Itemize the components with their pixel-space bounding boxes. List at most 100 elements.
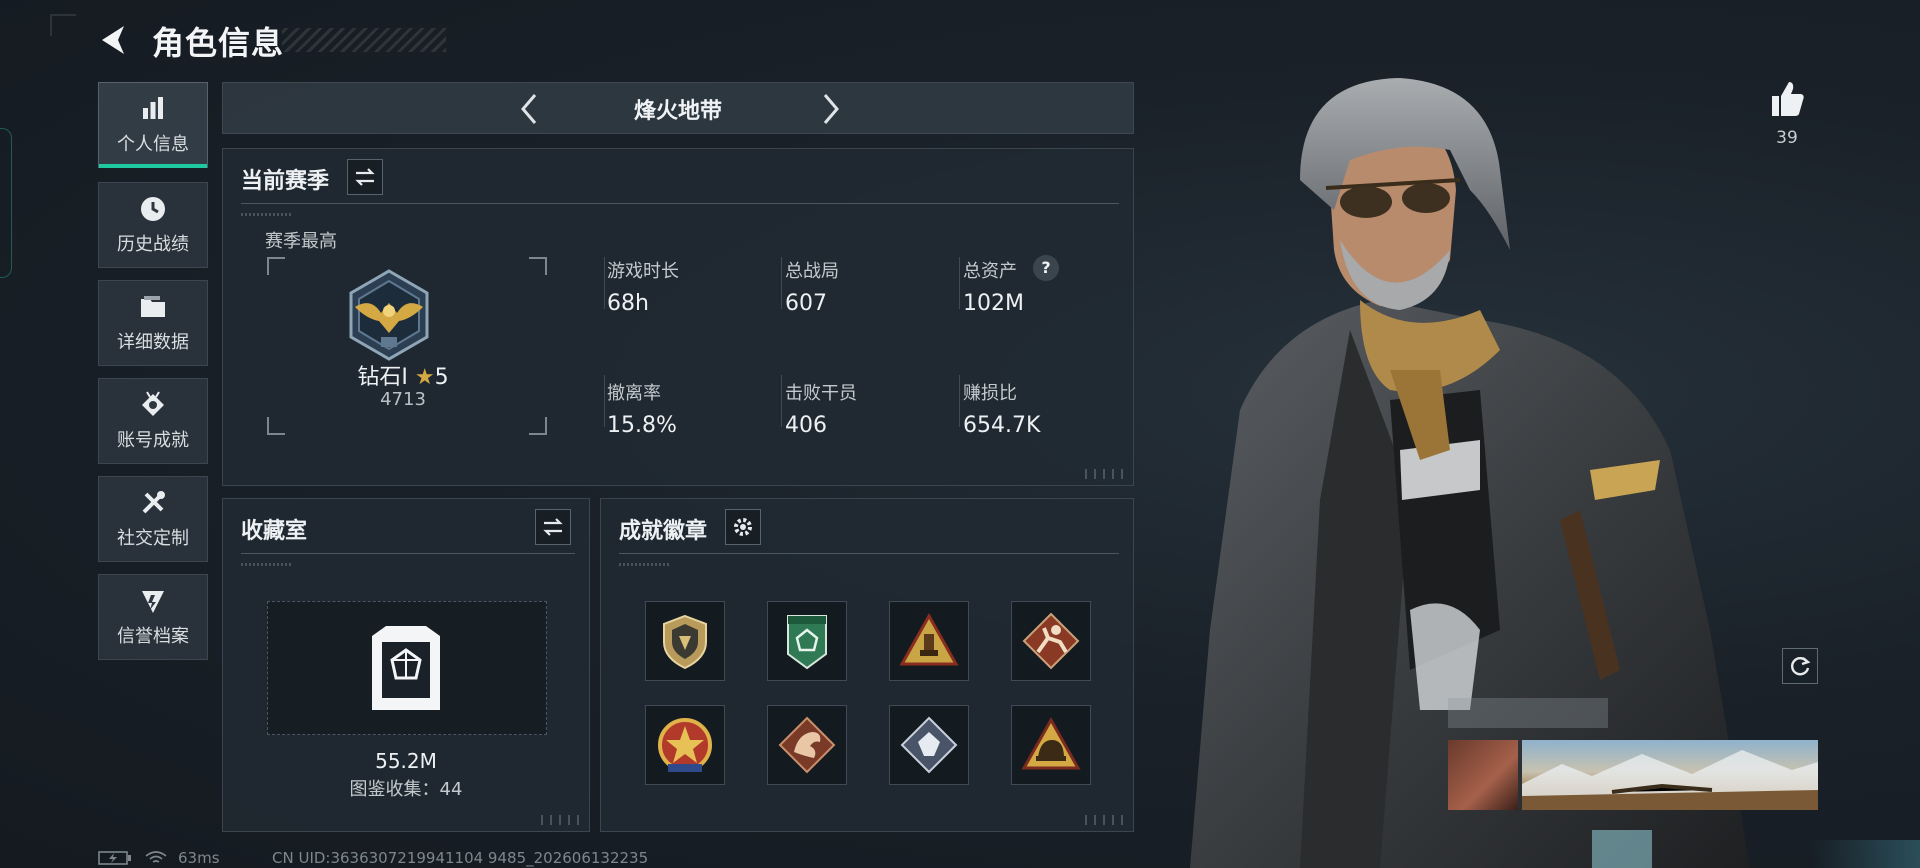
code-decoration bbox=[241, 563, 291, 566]
rotate-model-button[interactable] bbox=[1782, 648, 1818, 684]
uid-text: CN UID:3636307219941104 9485_20260613223… bbox=[272, 849, 649, 867]
achievement-badge-1[interactable] bbox=[645, 601, 725, 681]
panel-divider bbox=[241, 203, 1119, 204]
collection-switch-button[interactable] bbox=[535, 509, 571, 545]
frame-corner bbox=[529, 257, 547, 275]
stat-value-operators-defeated: 406 bbox=[785, 413, 827, 438]
achievement-badge-5[interactable] bbox=[645, 705, 725, 785]
mode-switcher: 烽火地带 bbox=[222, 82, 1134, 134]
stat-divider bbox=[781, 257, 782, 309]
achievement-badge-7[interactable] bbox=[889, 705, 969, 785]
tools-icon bbox=[142, 491, 165, 514]
achievement-panel: 成就徽章 bbox=[600, 498, 1134, 832]
season-switch-button[interactable] bbox=[347, 159, 383, 195]
stat-label-play-time: 游戏时长 bbox=[607, 261, 679, 282]
green-leaf-badge-icon bbox=[787, 615, 827, 670]
tick-decoration bbox=[541, 815, 581, 825]
diamond-badge-icon bbox=[900, 716, 958, 774]
helmet-badge-icon bbox=[1021, 716, 1081, 770]
battery-icon bbox=[98, 851, 131, 865]
nav-item-social-customize[interactable]: 社交定制 bbox=[98, 476, 208, 562]
code-decoration bbox=[619, 563, 669, 566]
mountain-scene bbox=[1522, 750, 1818, 810]
achievement-icon bbox=[142, 391, 164, 416]
tick-decoration bbox=[1085, 815, 1125, 825]
like-count: 39 bbox=[1776, 128, 1798, 148]
rank-score: 4713 bbox=[380, 389, 426, 410]
glow-decoration bbox=[1810, 840, 1920, 868]
star-icon: ★ bbox=[414, 365, 435, 390]
nav-item-detailed-data[interactable]: 详细数据 bbox=[98, 280, 208, 366]
stat-label-profit-loss-ratio: 赚损比 bbox=[963, 383, 1017, 404]
panel-divider bbox=[241, 553, 575, 554]
tick-decoration bbox=[1085, 469, 1125, 479]
pixelated-overlay bbox=[1592, 830, 1652, 868]
panel-divider bbox=[619, 553, 1119, 554]
nav-item-account-achievements[interactable]: 账号成就 bbox=[98, 378, 208, 464]
swap-icon bbox=[543, 518, 563, 536]
collection-panel: 收藏室 55.2M 图鉴收集：44 bbox=[222, 498, 590, 832]
stat-value-total-matches: 607 bbox=[785, 291, 827, 316]
page-title: 角色信息 bbox=[152, 24, 285, 62]
pixelated-overlay bbox=[1448, 698, 1608, 728]
runner-badge-icon bbox=[1022, 612, 1080, 670]
season-title: 当前赛季 bbox=[241, 169, 330, 194]
help-icon[interactable]: ? bbox=[1033, 255, 1059, 281]
vault-icon bbox=[372, 626, 440, 710]
rank-line: 钻石I ★5 bbox=[283, 359, 523, 391]
frame-corner bbox=[267, 417, 285, 435]
ping-value: 63ms bbox=[178, 849, 220, 867]
scene-thumbnail[interactable] bbox=[1522, 740, 1818, 810]
achievement-badge-4[interactable] bbox=[1011, 601, 1091, 681]
star-medal-badge-icon bbox=[658, 718, 712, 772]
achievement-badge-3[interactable] bbox=[889, 601, 969, 681]
frame-corner bbox=[529, 417, 547, 435]
edge-decoration bbox=[0, 128, 12, 278]
mode-name: 烽火地带 bbox=[633, 99, 722, 124]
stat-label-operators-defeated: 击败干员 bbox=[785, 383, 857, 404]
collection-showcase[interactable] bbox=[267, 601, 547, 735]
nav-label: 账号成就 bbox=[117, 430, 189, 451]
achievement-badge-2[interactable] bbox=[767, 601, 847, 681]
bar-chart-icon bbox=[143, 97, 163, 119]
achievement-badge-8[interactable] bbox=[1011, 705, 1091, 785]
nav-item-credit-record[interactable]: 信誉档案 bbox=[98, 574, 208, 660]
nav-item-history[interactable]: 历史战绩 bbox=[98, 182, 208, 268]
season-panel: 当前赛季 赛季最高 钻石I ★5 4713 游戏时长 68h 总战局 607 总… bbox=[222, 148, 1134, 486]
collection-value: 55.2M bbox=[375, 749, 437, 773]
stat-label-extraction-rate: 撤离率 bbox=[607, 383, 661, 404]
wifi-icon bbox=[145, 851, 167, 863]
like-thumb-icon[interactable] bbox=[1768, 78, 1806, 118]
stat-value-profit-loss-ratio: 654.7K bbox=[963, 413, 1041, 438]
stat-divider bbox=[959, 375, 960, 427]
corner-decoration bbox=[50, 14, 76, 36]
rank-stars: 5 bbox=[434, 365, 449, 390]
stat-value-extraction-rate: 15.8% bbox=[607, 413, 677, 438]
back-arrow-icon[interactable] bbox=[96, 22, 132, 58]
title-stripe-decoration bbox=[282, 28, 446, 52]
chevron-right-icon[interactable] bbox=[813, 91, 847, 127]
folder-icon bbox=[141, 296, 165, 317]
rank-emblem-icon bbox=[349, 269, 429, 361]
stat-divider bbox=[959, 257, 960, 309]
portrait-thumbnail[interactable] bbox=[1448, 740, 1518, 810]
season-best-label: 赛季最高 bbox=[265, 231, 337, 252]
gold-triangle-badge-icon bbox=[899, 612, 959, 666]
stat-label-total-matches: 总战局 bbox=[785, 261, 839, 282]
clock-icon bbox=[141, 197, 165, 221]
catalog-count: 图鉴收集：44 bbox=[349, 779, 463, 800]
gear-icon bbox=[734, 518, 752, 536]
code-decoration bbox=[241, 213, 291, 216]
nav-label: 个人信息 bbox=[117, 134, 189, 155]
achievement-title: 成就徽章 bbox=[619, 519, 708, 544]
rank-name: 钻石I bbox=[357, 365, 408, 390]
refresh-icon bbox=[1791, 657, 1811, 676]
stat-divider bbox=[604, 375, 605, 427]
collection-title: 收藏室 bbox=[241, 519, 308, 544]
achievement-settings-button[interactable] bbox=[725, 509, 761, 545]
nav-item-personal-info[interactable]: 个人信息 bbox=[98, 82, 208, 168]
nav-label: 历史战绩 bbox=[117, 234, 189, 255]
achievement-badge-6[interactable] bbox=[767, 705, 847, 785]
frame-corner bbox=[267, 257, 285, 275]
stat-value-total-assets: 102M bbox=[963, 291, 1024, 316]
